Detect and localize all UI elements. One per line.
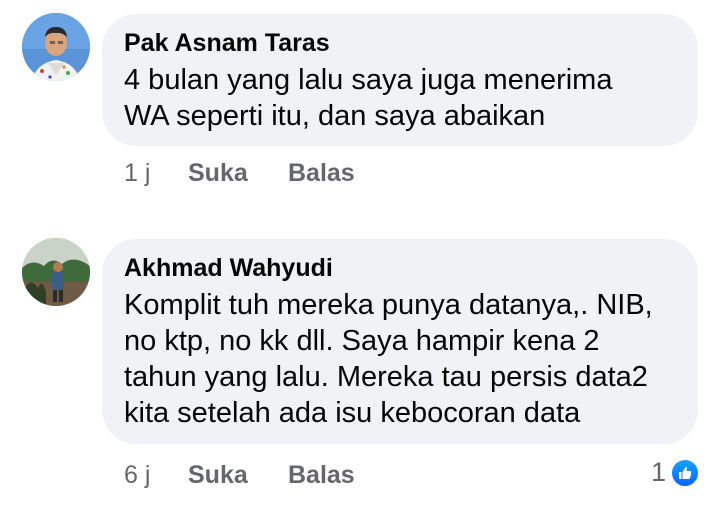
thumbs-up-icon — [670, 457, 700, 488]
comment-author[interactable]: Akhmad Wahyudi — [124, 253, 676, 283]
comment-actions: 6 j Suka Balas — [124, 460, 355, 490]
avatar[interactable] — [22, 13, 90, 81]
reply-button[interactable]: Balas — [288, 460, 355, 490]
avatar-photo — [22, 238, 90, 306]
like-button[interactable]: Suka — [188, 158, 288, 188]
reaction-summary[interactable]: 1 — [651, 457, 700, 488]
like-button[interactable]: Suka — [188, 460, 288, 490]
reply-button[interactable]: Balas — [288, 158, 355, 188]
comment-text: Komplit tuh mereka punya datanya,. NIB, … — [124, 289, 653, 429]
reaction-count: 1 — [650, 457, 666, 487]
avatar[interactable] — [22, 238, 90, 306]
comment-author[interactable]: Pak Asnam Taras — [124, 28, 676, 58]
comment-timestamp[interactable]: 6 j — [124, 460, 188, 490]
comment-text: 4 bulan yang lalu saya juga menerima WA … — [124, 64, 613, 132]
comment-bubble: Akhmad Wahyudi Komplit tuh mereka punya … — [102, 239, 698, 444]
comment-actions: 1 j Suka Balas — [124, 158, 355, 188]
comment-timestamp[interactable]: 1 j — [124, 158, 188, 188]
comment-bubble: Pak Asnam Taras 4 bulan yang lalu saya j… — [102, 14, 698, 146]
avatar-photo — [22, 13, 90, 81]
